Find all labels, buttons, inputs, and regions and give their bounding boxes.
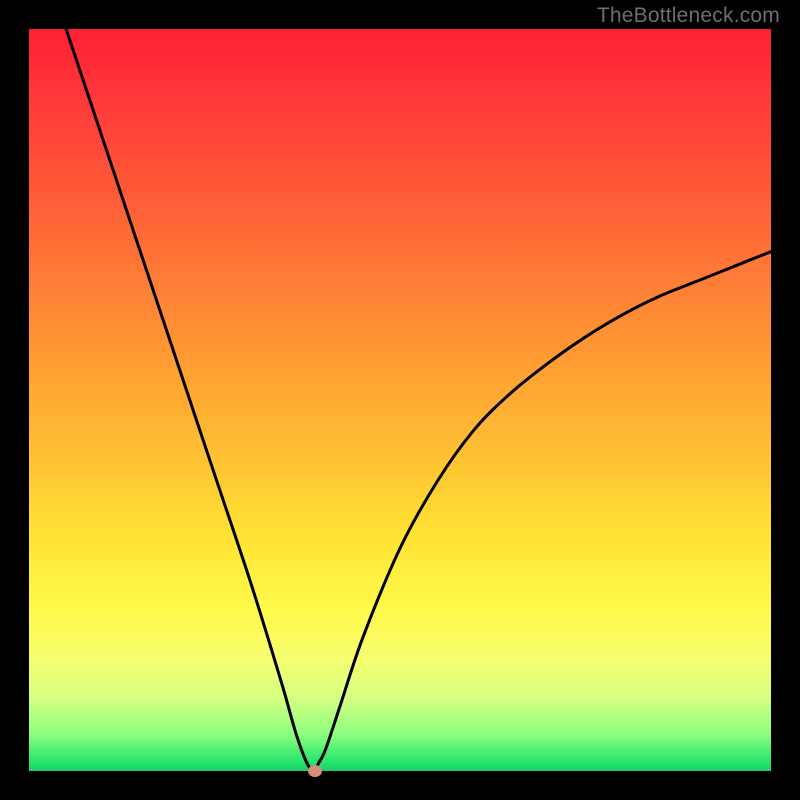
watermark-text: TheBottleneck.com — [597, 4, 780, 28]
bottleneck-curve — [29, 29, 771, 771]
optimal-point-marker — [308, 765, 322, 777]
plot-area — [29, 29, 771, 771]
chart-frame: TheBottleneck.com — [0, 0, 800, 800]
